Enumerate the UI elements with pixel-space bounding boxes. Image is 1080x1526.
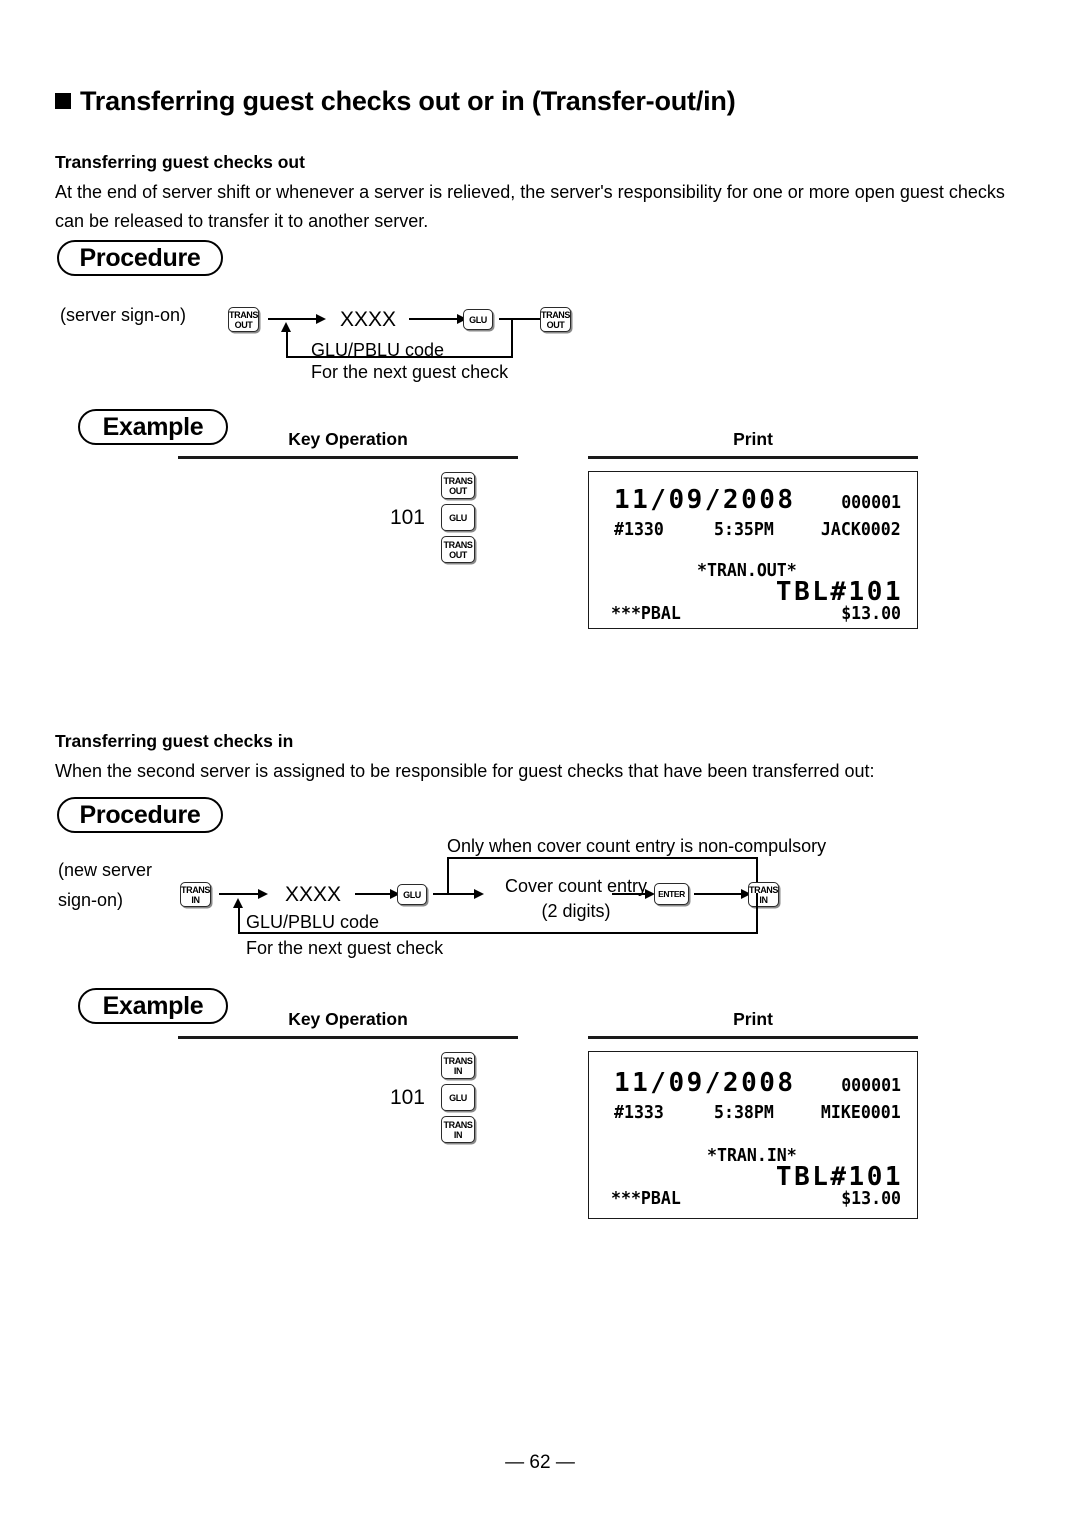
diagram-in-bypass-right: [756, 857, 758, 885]
key-trans-out-1: TRANS OUT: [228, 307, 259, 332]
diagram-in-loop-right: [756, 893, 758, 934]
diagram-in-arrow5-line: [694, 893, 744, 895]
receipt-out: 11/09/2008 000001 #1330 5:35PM JACK0002 …: [588, 471, 918, 629]
diagram-in-cover-2: (2 digits): [541, 901, 611, 921]
diagram-in-code-caption: GLU/PBLU code: [246, 912, 380, 932]
diagram-in-bypass-caption: Only when cover count entry is non-compu…: [447, 836, 827, 856]
diagram-in-prefix-1: (new server: [58, 860, 153, 880]
diagram-out-code-caption: GLU/PBLU code: [311, 340, 445, 360]
procedure-label-in: Procedure: [57, 797, 223, 833]
section-in-body: When the second server is assigned to be…: [55, 761, 875, 781]
diagram-in-arrow4-line: [612, 893, 648, 895]
kop-out-amount: 101: [389, 506, 425, 529]
receipt-out-date: 11/09/2008: [614, 485, 796, 515]
col-header-key-operation-out: Key Operation: [288, 429, 408, 449]
diagram-out-loop-left: [286, 330, 288, 358]
page-title: Transferring guest checks out or in (Tra…: [55, 86, 736, 117]
receipt-in-time: 5:38PM: [714, 1102, 774, 1123]
diagram-in-loop-bottom: [238, 932, 758, 934]
kop-in-key-1: TRANS IN: [441, 1052, 475, 1079]
kop-in-key-2: GLU: [441, 1084, 475, 1111]
kop-in-amount: 101: [389, 1086, 425, 1109]
key-enter: ENTER: [654, 883, 689, 905]
receipt-in-date: 11/09/2008: [614, 1068, 796, 1098]
diagram-out-code: XXXX: [340, 308, 397, 331]
page-number: — 62 —: [505, 1452, 575, 1473]
rule-print-in: [588, 1036, 918, 1039]
diagram-out-loop-right: [511, 318, 513, 358]
diagram-in-loop-left: [238, 906, 240, 933]
key-glu-2: GLU: [397, 884, 427, 905]
kop-out-key-1: TRANS OUT: [441, 472, 475, 499]
diagram-out-loop-bottom: [286, 356, 513, 358]
key-trans-in-1: TRANS IN: [180, 882, 211, 907]
col-header-key-operation-in: Key Operation: [288, 1009, 408, 1029]
col-header-print-in: Print: [733, 1009, 773, 1029]
receipt-out-balance-label: ***PBAL: [611, 603, 681, 624]
section-in-heading: Transferring guest checks in: [55, 731, 294, 751]
diagram-in-arrow1-line: [219, 893, 261, 895]
diagram-in-arrow2-line: [355, 893, 393, 895]
diagram-out-loop-head: [281, 322, 291, 332]
receipt-out-register: #1330: [614, 519, 664, 540]
diagram-in-arrow3-line: [433, 893, 477, 895]
receipt-in-clerk: MIKE0001: [821, 1102, 901, 1123]
receipt-out-clerk: JACK0002: [821, 519, 901, 540]
diagram-out-arrow1-line: [268, 318, 319, 320]
diagram-out-arrow2-line: [409, 318, 460, 320]
key-trans-out-2: TRANS OUT: [540, 307, 571, 332]
section-out-heading: Transferring guest checks out: [55, 152, 305, 172]
key-trans-in-2: TRANS IN: [748, 882, 779, 907]
receipt-out-balance-value: $13.00: [841, 603, 901, 624]
diagram-out-arrow3-line: [499, 318, 543, 320]
key-glu-1: GLU: [463, 309, 493, 330]
kop-out-key-3: TRANS OUT: [441, 536, 475, 563]
rule-key-operation-out: [178, 456, 518, 459]
page-title-text: Transferring guest checks out or in (Tra…: [80, 86, 736, 116]
diagram-out-prefix: (server sign-on): [60, 305, 187, 325]
diagram-out-loop-caption: For the next guest check: [311, 362, 509, 382]
kop-in-key-3: TRANS IN: [441, 1116, 475, 1143]
receipt-in-register: #1333: [614, 1102, 664, 1123]
receipt-in-balance-label: ***PBAL: [611, 1188, 681, 1209]
col-header-print-out: Print: [733, 429, 773, 449]
document-page: Transferring guest checks out or in (Tra…: [0, 0, 1080, 1526]
diagram-in-arrow1-head: [258, 888, 268, 899]
diagram-in-bypass-top: [447, 857, 758, 859]
receipt-out-counter: 000001: [841, 492, 901, 513]
receipt-in: 11/09/2008 000001 #1333 5:38PM MIKE0001 …: [588, 1051, 918, 1219]
diagram-in-loop-caption: For the next guest check: [246, 938, 444, 958]
receipt-in-balance-value: $13.00: [841, 1188, 901, 1209]
kop-out-key-2: GLU: [441, 504, 475, 531]
diagram-in-bypass-left: [447, 857, 449, 894]
diagram-in-code: XXXX: [285, 883, 342, 906]
rule-key-operation-in: [178, 1036, 518, 1039]
diagram-in-prefix-2: sign-on): [58, 890, 124, 910]
section-out-body: At the end of server shift or whenever a…: [55, 182, 1005, 231]
bullet-square-icon: [55, 93, 71, 109]
rule-print-out: [588, 456, 918, 459]
receipt-in-counter: 000001: [841, 1075, 901, 1096]
procedure-label-out: Procedure: [57, 240, 223, 276]
receipt-out-time: 5:35PM: [714, 519, 774, 540]
diagram-out-arrow1-head: [316, 313, 326, 324]
diagram-in-loop-head: [233, 898, 243, 908]
